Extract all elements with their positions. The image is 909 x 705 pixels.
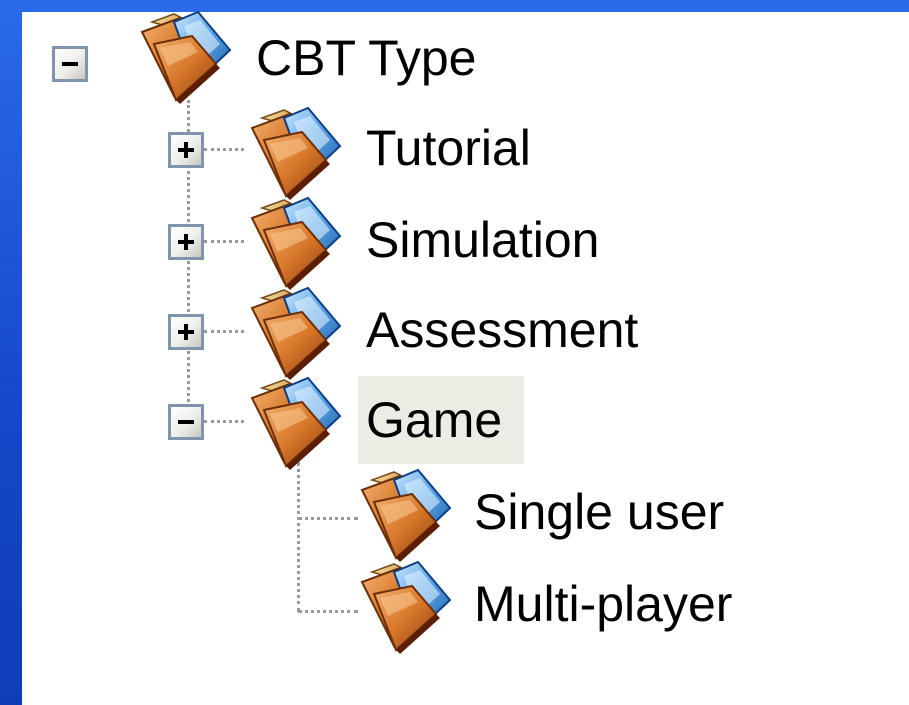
expand-toggle[interactable]: [168, 224, 204, 260]
open-folder-icon: [244, 370, 354, 470]
tree-node-label[interactable]: Assessment: [358, 300, 646, 360]
expand-toggle[interactable]: [168, 132, 204, 168]
tree-connector: [298, 610, 358, 613]
tree-node-label-selected[interactable]: Game: [358, 376, 525, 464]
collapse-toggle[interactable]: [52, 46, 88, 82]
tree-connector: [204, 148, 244, 151]
open-folder-icon: [244, 280, 354, 380]
tree-connector: [297, 462, 300, 612]
collapse-toggle[interactable]: [168, 404, 204, 440]
tree-node-label[interactable]: Tutorial: [358, 118, 539, 178]
tree-connector: [204, 330, 244, 333]
open-folder-icon: [354, 554, 464, 654]
tree-view: CBT Type Tutorial Simulation Assessment: [22, 12, 909, 705]
open-folder-icon: [244, 190, 354, 290]
open-folder-icon: [354, 462, 464, 562]
open-folder-icon: [244, 100, 354, 200]
tree-node-label[interactable]: CBT Type: [248, 28, 484, 88]
open-folder-icon: [134, 4, 244, 104]
tree-connector: [298, 517, 358, 520]
tree-node-label[interactable]: Single user: [466, 482, 732, 542]
expand-toggle[interactable]: [168, 314, 204, 350]
minus-icon: [62, 62, 78, 66]
tree-node-label[interactable]: Simulation: [358, 210, 607, 270]
tree-connector: [204, 420, 244, 423]
tree-node-label[interactable]: Multi-player: [466, 574, 740, 634]
minus-icon: [178, 420, 194, 424]
tree-connector: [204, 240, 244, 243]
